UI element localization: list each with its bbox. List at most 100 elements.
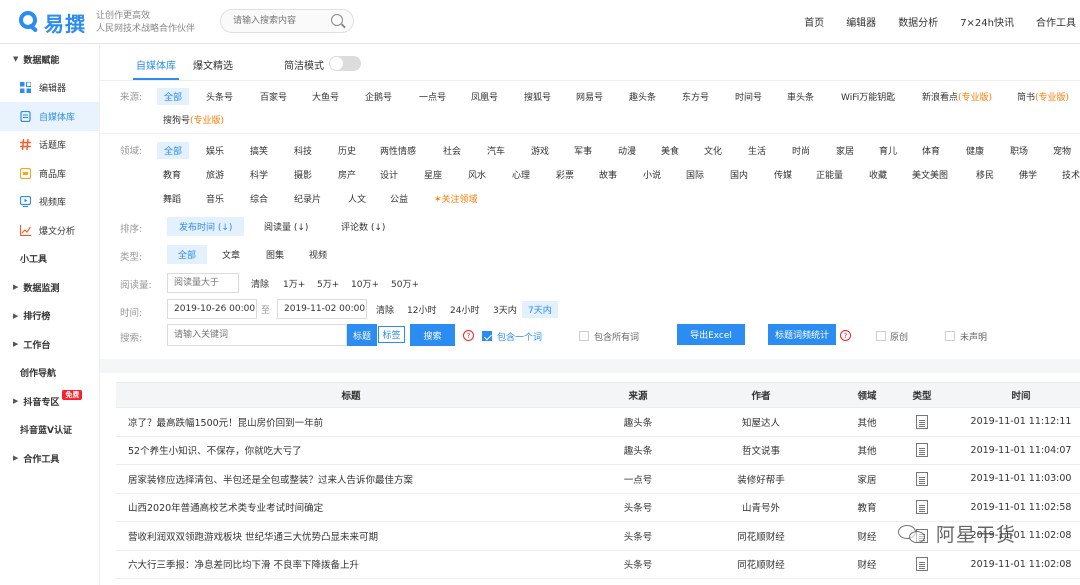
source-dayu[interactable]: 大鱼号	[312, 90, 339, 103]
field-item[interactable]: 设计	[380, 168, 398, 181]
sidebar-section-monitor[interactable]: ▶ 数据监测	[0, 273, 99, 302]
simple-mode-toggle[interactable]	[329, 56, 361, 71]
field-item[interactable]: 公益	[390, 192, 408, 205]
field-item[interactable]: 宠物	[1053, 144, 1071, 157]
field-item[interactable]: 小说	[643, 168, 661, 181]
keyword-input[interactable]	[167, 324, 347, 346]
source-fenghuang[interactable]: 凤凰号	[471, 90, 498, 103]
field-item[interactable]: 正能量	[816, 168, 843, 181]
field-item[interactable]: 体育	[922, 144, 940, 157]
field-item[interactable]: 传媒	[774, 168, 792, 181]
field-item[interactable]: 移民	[976, 168, 994, 181]
sidebar-item-videos[interactable]: 视频库	[0, 188, 99, 217]
field-item[interactable]: 科学	[250, 168, 268, 181]
field-item[interactable]: 音乐	[206, 192, 224, 205]
table-row[interactable]: 山西2020年普通高校艺术类专业考试时间确定 头条号 山青号外 教育 2019-…	[116, 494, 1080, 522]
search-icon[interactable]	[331, 14, 343, 26]
field-item[interactable]: 佛学	[1019, 168, 1037, 181]
tab-media-library[interactable]: 自媒体库	[136, 57, 176, 72]
follow-field-link[interactable]: ✶关注领域	[434, 192, 478, 205]
row-title-link[interactable]: 居家装修应选择清包、半包还是全包或整装？过来人告诉你最佳方案	[128, 465, 608, 493]
field-item[interactable]: 搞笑	[250, 144, 268, 157]
field-item[interactable]: 收藏	[869, 168, 887, 181]
source-sina[interactable]: 新浪看点(专业版)	[922, 90, 992, 103]
nav-news-flash[interactable]: 7×24h快讯	[960, 14, 1014, 29]
row-author[interactable]: 知屋达人	[716, 408, 806, 436]
sidebar-item-media-library[interactable]: 自媒体库	[0, 102, 99, 131]
field-item[interactable]: 社会	[443, 144, 461, 157]
field-item[interactable]: 故事	[599, 168, 617, 181]
row-author[interactable]: 哲文说事	[716, 437, 806, 465]
field-item[interactable]: 纪录片	[294, 192, 321, 205]
field-item[interactable]: 星座	[424, 168, 442, 181]
table-row[interactable]: 六大行三季报：净息差同比均下滑 不良率下降拨备上升 头条号 同花顺财经 财经 2…	[116, 551, 1080, 579]
table-row[interactable]: 凉了？最高跌幅1500元！昆山房价回到一年前 趣头条 知屋达人 其他 2019-…	[116, 408, 1080, 437]
title-word-freq-button[interactable]: 标题词频统计	[768, 324, 836, 345]
sidebar-item-products[interactable]: 商品库	[0, 159, 99, 188]
source-dongfang[interactable]: 东方号	[682, 90, 709, 103]
field-item[interactable]: 人文	[348, 192, 366, 205]
type-video[interactable]: 视频	[309, 248, 327, 261]
sort-publish-time[interactable]: 发布时间 (↓)	[167, 217, 245, 236]
sort-reads[interactable]: 阅读量 (↓)	[264, 220, 308, 233]
reads-500k[interactable]: 50万+	[391, 277, 419, 290]
field-item[interactable]: 综合	[250, 192, 268, 205]
time-clear[interactable]: 清除	[376, 303, 394, 316]
source-jianshu[interactable]: 简书(专业版)	[1017, 90, 1069, 103]
time-7d[interactable]: 7天内	[522, 301, 558, 318]
source-wifi[interactable]: WiFi万能钥匙	[841, 90, 895, 103]
type-gallery[interactable]: 图集	[266, 248, 284, 261]
field-item[interactable]: 风水	[468, 168, 486, 181]
field-item[interactable]: 旅游	[206, 168, 224, 181]
row-title-link[interactable]: 凉了？最高跌幅1500元！昆山房价回到一年前	[128, 408, 608, 436]
sidebar-item-tools[interactable]: 小工具	[0, 245, 99, 274]
search-button[interactable]: 搜索	[410, 324, 455, 346]
field-item[interactable]: 家居	[836, 144, 854, 157]
reads-min-input[interactable]	[167, 273, 239, 293]
field-item[interactable]: 舞蹈	[163, 192, 181, 205]
field-item[interactable]: 心理	[512, 168, 530, 181]
field-item[interactable]: 教育	[163, 168, 181, 181]
row-author[interactable]: 山青号外	[716, 494, 806, 522]
field-item[interactable]: 科技	[294, 144, 312, 157]
sidebar-section-douyin[interactable]: ▶ 抖音专区 免费	[0, 387, 99, 416]
end-date-input[interactable]: 2019-11-02 00:00	[277, 299, 367, 319]
start-date-input[interactable]: 2019-10-26 00:00	[167, 299, 257, 319]
source-yidian[interactable]: 一点号	[419, 90, 446, 103]
field-item[interactable]: 国际	[686, 168, 704, 181]
table-row[interactable]: 居家装修应选择清包、半包还是全包或整装？过来人告诉你最佳方案 一点号 装修好帮手…	[116, 465, 1080, 494]
field-item[interactable]: 美文美图	[912, 168, 948, 181]
source-sohu[interactable]: 搜狐号	[524, 90, 551, 103]
undeclared-checkbox[interactable]	[945, 331, 955, 341]
field-item[interactable]: 游戏	[531, 144, 549, 157]
sidebar-section-workbench[interactable]: ▶ 工作台	[0, 330, 99, 359]
sidebar-item-editor[interactable]: 编辑器	[0, 74, 99, 103]
source-sogou[interactable]: 搜狗号(专业版)	[163, 113, 224, 126]
field-item[interactable]: 文化	[704, 144, 722, 157]
export-excel-button[interactable]: 导出Excel	[677, 324, 745, 345]
nav-data-analysis[interactable]: 数据分析	[898, 14, 938, 29]
nav-partner-tools[interactable]: 合作工具	[1036, 14, 1076, 29]
time-3d[interactable]: 3天内	[493, 303, 517, 316]
original-checkbox[interactable]	[876, 331, 886, 341]
sidebar-item-viral-analysis[interactable]: 爆文分析	[0, 216, 99, 245]
row-title-link[interactable]: 营收利润双双领跑游戏板块 世纪华通三大优势凸显未来可期	[128, 522, 608, 550]
field-item[interactable]: 育儿	[879, 144, 897, 157]
source-chetoutiao[interactable]: 車头条	[787, 90, 814, 103]
reads-50k[interactable]: 5万+	[317, 277, 339, 290]
search-by-title-button[interactable]: 标题	[347, 324, 377, 346]
field-item[interactable]: 两性情感	[380, 144, 416, 157]
type-all[interactable]: 全部	[167, 245, 208, 264]
source-wangyi[interactable]: 网易号	[576, 90, 603, 103]
table-row[interactable]: 52个养生小知识、不保存，你就吃大亏了 趣头条 哲文说事 其他 2019-11-…	[116, 437, 1080, 465]
field-item[interactable]: 房产	[338, 168, 356, 181]
nav-editor[interactable]: 编辑器	[846, 14, 876, 29]
field-item[interactable]: 汽车	[487, 144, 505, 157]
source-qutoutiao[interactable]: 趣头条	[629, 90, 656, 103]
nav-home[interactable]: 首页	[804, 14, 824, 29]
logo[interactable]: 易撰	[18, 8, 86, 37]
field-item[interactable]: 健康	[966, 144, 984, 157]
field-all[interactable]: 全部	[157, 142, 190, 159]
source-toutiao[interactable]: 头条号	[206, 90, 233, 103]
reads-10k[interactable]: 1万+	[283, 277, 305, 290]
